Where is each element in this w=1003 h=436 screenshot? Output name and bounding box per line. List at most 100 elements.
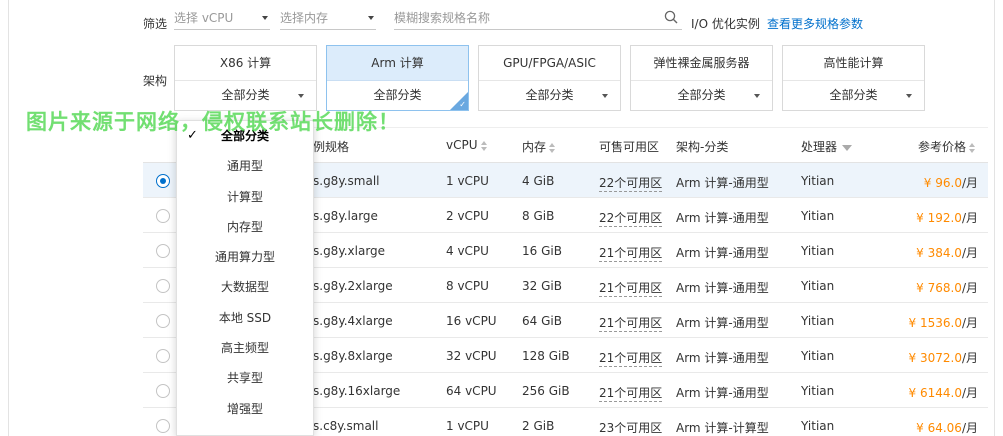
price-unit: /月	[961, 421, 978, 435]
dropdown-option[interactable]: 本地 SSD	[177, 303, 313, 333]
cell-cpu: Yitian	[801, 244, 835, 258]
cell-memory: 64 GiB	[522, 314, 562, 328]
spec-search-input[interactable]: 模糊搜索规格名称	[394, 6, 682, 30]
price-unit: /月	[961, 386, 978, 400]
cell-zone[interactable]: 21个可用区	[599, 314, 663, 332]
cell-arch: Arm 计算-通用型	[676, 176, 769, 190]
header-vcpu[interactable]: vCPU	[446, 138, 488, 152]
arch-category-value: 全部分类	[829, 88, 878, 102]
cell-price: ¥ 1536.0/月	[909, 314, 978, 331]
cell-memory: 2 GiB	[522, 419, 555, 433]
vcpu-select[interactable]: 选择 vCPU	[174, 6, 270, 30]
cell-zone[interactable]: 23个可用区	[599, 419, 662, 436]
dropdown-option-label: 计算型	[226, 189, 263, 204]
cell-zone[interactable]: 22个可用区	[599, 174, 663, 192]
sort-icon[interactable]	[969, 142, 976, 153]
arch-card-gpu[interactable]: GPU/FPGA/ASIC 全部分类	[478, 45, 621, 111]
arch-card-bare-metal[interactable]: 弹性裸金属服务器 全部分类	[630, 45, 773, 111]
price-unit: /月	[961, 316, 978, 330]
header-spec[interactable]: 例规格	[313, 138, 349, 155]
row-radio[interactable]	[156, 279, 170, 293]
chevron-down-icon	[298, 94, 304, 98]
row-radio[interactable]	[156, 174, 170, 188]
arch-category-value: 全部分类	[373, 88, 422, 102]
search-icon[interactable]	[664, 10, 678, 24]
row-radio[interactable]	[156, 244, 170, 258]
cell-cpu: Yitian	[801, 314, 835, 328]
cell-zone[interactable]: 22个可用区	[599, 209, 663, 227]
cell-memory: 256 GiB	[522, 384, 570, 398]
dropdown-option-label: 共享型	[226, 371, 263, 386]
dropdown-option[interactable]: 计算型	[177, 182, 313, 212]
row-radio[interactable]	[156, 419, 170, 433]
dropdown-option[interactable]: 通用型	[177, 151, 313, 181]
cell-vcpu: 2 vCPU	[446, 209, 489, 223]
cell-spec: s.g8y.xlarge	[313, 244, 386, 258]
cell-arch: Arm 计算-通用型	[676, 316, 769, 330]
row-radio[interactable]	[156, 349, 170, 363]
header-memory[interactable]: 内存	[522, 138, 556, 155]
cell-vcpu: 16 vCPU	[446, 314, 497, 328]
arch-card-x86[interactable]: X86 计算 全部分类	[174, 45, 317, 111]
cell-zone[interactable]: 21个可用区	[599, 384, 663, 402]
cell-arch: Arm 计算-计算型	[676, 421, 769, 435]
filter-icon[interactable]	[842, 144, 853, 151]
more-specs-link[interactable]: 查看更多规格参数	[767, 15, 863, 32]
row-radio[interactable]	[156, 314, 170, 328]
cell-cpu: Yitian	[801, 174, 835, 188]
cell-cpu: Yitian	[801, 279, 835, 293]
price-value: ¥ 1536.0	[908, 316, 962, 330]
arch-category-select[interactable]: 全部分类	[479, 81, 620, 110]
cell-memory: 4 GiB	[522, 174, 555, 188]
dropdown-option[interactable]: 通用算力型	[177, 242, 313, 272]
dropdown-option[interactable]: 高主频型	[177, 333, 313, 363]
price-value: ¥ 3072.0	[908, 351, 962, 365]
cell-memory: 8 GiB	[522, 209, 555, 223]
cell-arch: Arm 计算-通用型	[676, 281, 769, 295]
cell-zone[interactable]: 21个可用区	[599, 279, 663, 297]
sort-icon[interactable]	[480, 140, 488, 151]
price-value: ¥ 64.06	[916, 421, 962, 435]
arch-category-value: 全部分类	[677, 88, 726, 102]
cell-zone[interactable]: 21个可用区	[599, 349, 663, 367]
arch-card-arm[interactable]: Arm 计算 全部分类 ✓	[326, 45, 469, 111]
cell-memory: 128 GiB	[522, 349, 570, 363]
dropdown-option[interactable]: 共享型	[177, 363, 313, 393]
cell-vcpu: 64 vCPU	[446, 384, 497, 398]
header-arch: 架构-分类	[676, 140, 729, 154]
price-value: ¥ 192.0	[916, 211, 962, 225]
cell-spec: s.g8y.small	[313, 174, 380, 188]
arch-category-select[interactable]: 全部分类	[783, 81, 924, 110]
arch-category-value: 全部分类	[221, 88, 270, 102]
dropdown-option[interactable]: 增强型	[177, 394, 313, 424]
dropdown-option[interactable]: 内存型	[177, 212, 313, 242]
cell-spec: s.g8y.large	[313, 209, 378, 223]
cell-cpu: Yitian	[801, 349, 835, 363]
arch-card-hpc[interactable]: 高性能计算 全部分类	[782, 45, 925, 111]
dropdown-option[interactable]: 大数据型	[177, 272, 313, 302]
cell-price: ¥ 96.0/月	[924, 174, 978, 191]
cell-price: ¥ 6144.0/月	[909, 384, 978, 401]
header-memory-label: 内存	[522, 140, 547, 154]
chevron-down-icon	[906, 94, 912, 98]
header-cpu[interactable]: 处理器	[801, 138, 853, 155]
row-radio[interactable]	[156, 209, 170, 223]
dropdown-option-label: 内存型	[226, 219, 263, 234]
cell-price: ¥ 192.0/月	[916, 209, 978, 226]
check-icon: ✓	[459, 100, 466, 109]
dropdown-option-label: 通用型	[226, 159, 263, 174]
memory-select[interactable]: 选择内存	[280, 6, 376, 30]
price-value: ¥ 768.0	[916, 281, 962, 295]
cell-vcpu: 32 vCPU	[446, 349, 497, 363]
memory-select-placeholder: 选择内存	[280, 11, 329, 25]
cell-vcpu: 4 vCPU	[446, 244, 489, 258]
row-radio[interactable]	[156, 384, 170, 398]
sort-icon[interactable]	[549, 142, 556, 153]
arch-category-select[interactable]: 全部分类	[631, 81, 772, 110]
cell-zone[interactable]: 21个可用区	[599, 244, 663, 262]
header-price[interactable]: 参考价格	[918, 138, 976, 155]
chevron-down-icon	[262, 16, 268, 20]
category-dropdown-menu: ✓ 全部分类 通用型 计算型 内存型 通用算力型 大数据型 本地 SSD 高主频型 共享型 增强型	[176, 120, 314, 436]
price-unit: /月	[961, 351, 978, 365]
chevron-down-icon	[602, 94, 608, 98]
